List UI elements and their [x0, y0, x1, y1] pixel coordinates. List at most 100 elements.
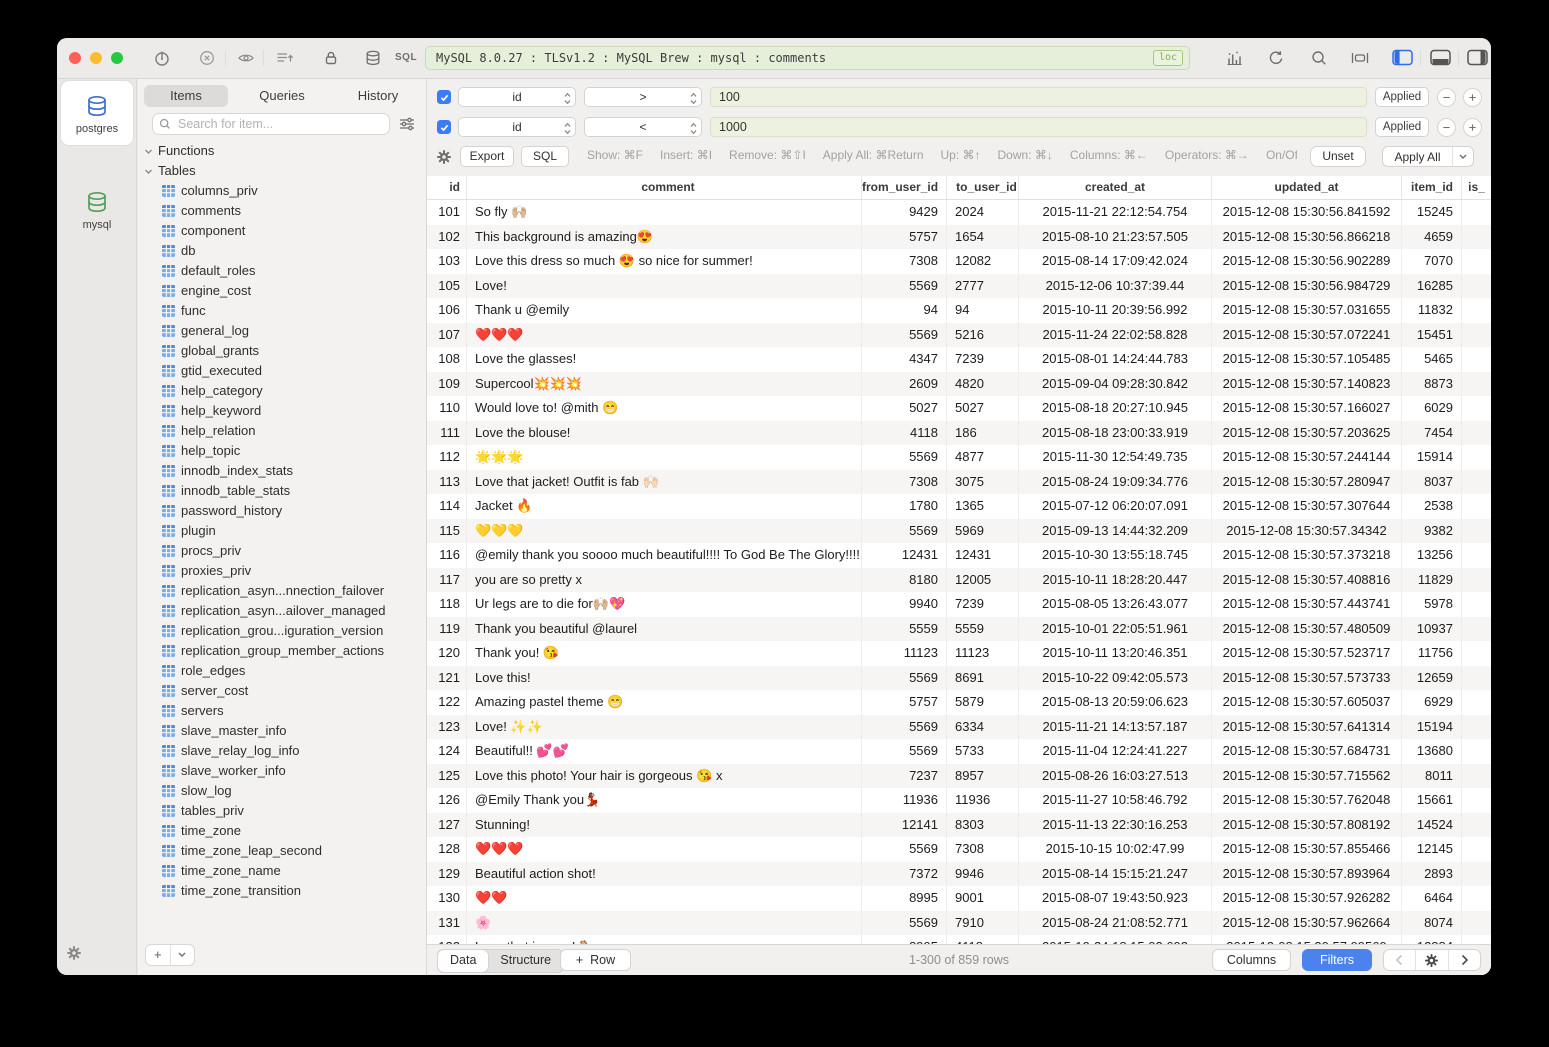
cell-item-id[interactable]: 15661 — [1402, 788, 1462, 813]
cell-id[interactable]: 129 — [427, 862, 467, 887]
columns-button[interactable]: Columns — [1212, 949, 1291, 971]
tree-section-functions[interactable]: Functions — [138, 141, 426, 161]
cell-item-id[interactable]: 16285 — [1402, 274, 1462, 299]
titlebar[interactable]: SQL MySQL 8.0.27 : TLSv1.2 : MySQL Brew … — [57, 38, 1491, 79]
cell-from-user-id[interactable]: 5757 — [862, 225, 947, 250]
cell-comment[interactable]: Thank you! 😘 — [467, 641, 862, 666]
sidebar-item-table[interactable]: func — [138, 301, 426, 321]
cell-item-id[interactable]: 12145 — [1402, 837, 1462, 862]
cell-id[interactable]: 101 — [427, 200, 467, 225]
cell-is[interactable] — [1462, 886, 1491, 911]
cell-updated-at[interactable]: 2015-12-08 15:30:57.715562 — [1212, 764, 1402, 789]
cell-created-at[interactable]: 2015-11-30 12:54:49.735 — [1019, 445, 1212, 470]
cell-to-user-id[interactable]: 8691 — [947, 666, 1019, 691]
cell-updated-at[interactable]: 2015-12-08 15:30:57.855466 — [1212, 837, 1402, 862]
cell-to-user-id[interactable]: 7308 — [947, 837, 1019, 862]
cell-created-at[interactable]: 2015-10-30 13:55:18.745 — [1019, 543, 1212, 568]
cell-updated-at[interactable]: 2015-12-08 15:30:57.523717 — [1212, 641, 1402, 666]
previous-page-button[interactable] — [1384, 950, 1415, 970]
cell-id[interactable]: 115 — [427, 519, 467, 544]
cell-updated-at[interactable]: 2015-12-08 15:30:57.684731 — [1212, 739, 1402, 764]
cell-from-user-id[interactable]: 7308 — [862, 470, 947, 495]
cell-item-id[interactable]: 6464 — [1402, 886, 1462, 911]
cell-item-id[interactable]: 6029 — [1402, 396, 1462, 421]
sidebar-item-table[interactable]: global_grants — [138, 341, 426, 361]
table-row[interactable]: 132Love that jumper! 🐎899541182015-10-24… — [427, 935, 1491, 944]
export-button[interactable]: Export — [460, 146, 514, 167]
cell-item-id[interactable]: 6929 — [1402, 690, 1462, 715]
cell-item-id[interactable]: 12884 — [1402, 935, 1462, 944]
cell-created-at[interactable]: 2015-10-11 13:20:46.351 — [1019, 641, 1212, 666]
cell-updated-at[interactable]: 2015-12-08 15:30:57.962664 — [1212, 911, 1402, 936]
cell-comment[interactable]: ❤️❤️❤️ — [467, 323, 862, 348]
filter-column-select[interactable]: id — [458, 87, 576, 107]
cell-updated-at[interactable]: 2015-12-08 15:30:56.866218 — [1212, 225, 1402, 250]
apply-all-button[interactable]: Apply All — [1382, 146, 1474, 167]
cell-to-user-id[interactable]: 94 — [947, 298, 1019, 323]
cell-id[interactable]: 126 — [427, 788, 467, 813]
cell-is[interactable] — [1462, 372, 1491, 397]
cell-is[interactable] — [1462, 396, 1491, 421]
cell-id[interactable]: 106 — [427, 298, 467, 323]
cell-updated-at[interactable]: 2015-12-08 15:30:57.072241 — [1212, 323, 1402, 348]
close-window-button[interactable] — [69, 52, 81, 64]
cell-created-at[interactable]: 2015-11-13 22:30:16.253 — [1019, 813, 1212, 838]
sidebar-item-table[interactable]: general_log — [138, 321, 426, 341]
cell-is[interactable] — [1462, 519, 1491, 544]
cell-updated-at[interactable]: 2015-12-08 15:30:57.480509 — [1212, 617, 1402, 642]
cell-comment[interactable]: This background is amazing😍 — [467, 225, 862, 250]
cell-from-user-id[interactable]: 1780 — [862, 494, 947, 519]
settings-gear-icon[interactable] — [66, 945, 82, 961]
cell-created-at[interactable]: 2015-08-24 21:08:52.771 — [1019, 911, 1212, 936]
cell-comment[interactable]: Love this photo! Your hair is gorgeous 😘… — [467, 764, 862, 789]
cell-to-user-id[interactable]: 9001 — [947, 886, 1019, 911]
cell-from-user-id[interactable]: 9940 — [862, 592, 947, 617]
cell-id[interactable]: 113 — [427, 470, 467, 495]
toggle-bottom-panel-icon[interactable] — [1430, 49, 1448, 67]
table-row[interactable]: 129Beautiful action shot!737299462015-08… — [427, 862, 1491, 887]
cell-to-user-id[interactable]: 3075 — [947, 470, 1019, 495]
cell-created-at[interactable]: 2015-10-11 20:39:56.992 — [1019, 298, 1212, 323]
cell-comment[interactable]: Love! ✨✨ — [467, 715, 862, 740]
cell-item-id[interactable]: 8037 — [1402, 470, 1462, 495]
cell-created-at[interactable]: 2015-08-24 19:09:34.776 — [1019, 470, 1212, 495]
preview-eye-icon[interactable] — [237, 49, 255, 67]
cell-item-id[interactable]: 14524 — [1402, 813, 1462, 838]
cell-updated-at[interactable]: 2015-12-08 15:30:57.166027 — [1212, 396, 1402, 421]
sidebar-search[interactable] — [152, 113, 390, 135]
refresh-icon[interactable] — [1267, 49, 1285, 67]
cell-from-user-id[interactable]: 5569 — [862, 715, 947, 740]
cell-to-user-id[interactable]: 12431 — [947, 543, 1019, 568]
cell-from-user-id[interactable]: 11123 — [862, 641, 947, 666]
cell-to-user-id[interactable]: 5559 — [947, 617, 1019, 642]
cell-created-at[interactable]: 2015-10-22 09:42:05.573 — [1019, 666, 1212, 691]
cell-updated-at[interactable]: 2015-12-08 15:30:57.573733 — [1212, 666, 1402, 691]
table-row[interactable]: 110Would love to! @mith 😁502750272015-08… — [427, 396, 1491, 421]
cell-to-user-id[interactable]: 2024 — [947, 200, 1019, 225]
cell-from-user-id[interactable]: 8995 — [862, 886, 947, 911]
sidebar-item-table[interactable]: role_edges — [138, 661, 426, 681]
sidebar-item-table[interactable]: tables_priv — [138, 801, 426, 821]
cell-to-user-id[interactable]: 4877 — [947, 445, 1019, 470]
cell-from-user-id[interactable]: 5027 — [862, 396, 947, 421]
chevron-down-icon[interactable] — [170, 945, 195, 965]
cell-id[interactable]: 109 — [427, 372, 467, 397]
cell-from-user-id[interactable]: 5559 — [862, 617, 947, 642]
sidebar-item-table[interactable]: replication_group_member_actions — [138, 641, 426, 661]
cell-from-user-id[interactable]: 12431 — [862, 543, 947, 568]
cell-from-user-id[interactable]: 5569 — [862, 519, 947, 544]
cell-to-user-id[interactable]: 1654 — [947, 225, 1019, 250]
cell-to-user-id[interactable]: 8957 — [947, 764, 1019, 789]
cell-comment[interactable]: Thank u @emily — [467, 298, 862, 323]
cell-id[interactable]: 105 — [427, 274, 467, 299]
toggle-left-panel-icon[interactable] — [1392, 49, 1410, 67]
cell-comment[interactable]: Love this dress so much 😍 so nice for su… — [467, 249, 862, 274]
cell-item-id[interactable]: 8873 — [1402, 372, 1462, 397]
cell-created-at[interactable]: 2015-08-13 20:59:06.623 — [1019, 690, 1212, 715]
cell-from-user-id[interactable]: 2609 — [862, 372, 947, 397]
cell-to-user-id[interactable]: 6334 — [947, 715, 1019, 740]
cell-item-id[interactable]: 11832 — [1402, 298, 1462, 323]
cell-is[interactable] — [1462, 225, 1491, 250]
cell-is[interactable] — [1462, 494, 1491, 519]
sidebar-item-table[interactable]: time_zone_transition — [138, 881, 426, 901]
